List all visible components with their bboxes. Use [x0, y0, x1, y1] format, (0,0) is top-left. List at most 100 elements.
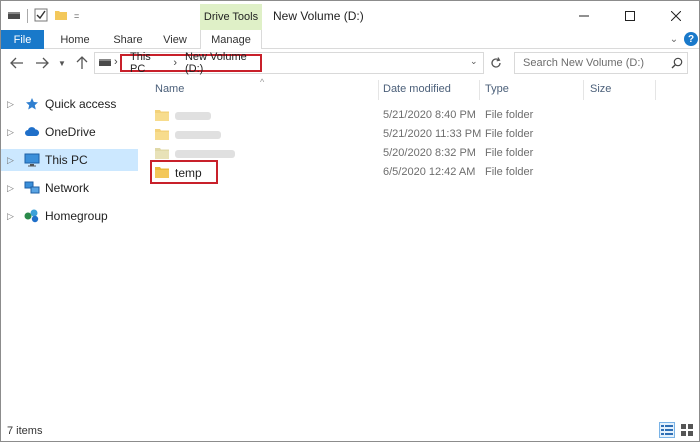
arrow-left-icon: [10, 57, 23, 69]
refresh-icon: [491, 57, 501, 68]
maximize-icon: [625, 10, 635, 21]
column-header-name[interactable]: Name: [155, 83, 184, 95]
date-modified-cell: 5/21/2020 8:40 PM: [383, 109, 476, 121]
tab-view[interactable]: View: [155, 30, 195, 49]
table-row[interactable]: temp 6/5/2020 12:42 AM File folder: [143, 163, 663, 182]
title-bar: = Drive Tools New Volume (D:): [1, 1, 699, 30]
navigation-bar: ▼ › This PC › New Volume (D:) ⌄ Search N…: [1, 49, 699, 77]
search-input[interactable]: Search New Volume (D:): [515, 57, 667, 69]
minimize-icon: [579, 15, 589, 16]
column-divider[interactable]: [378, 80, 379, 100]
breadcrumb-separator-icon[interactable]: ›: [114, 56, 118, 68]
tab-manage[interactable]: Manage: [200, 30, 262, 50]
column-divider[interactable]: [479, 80, 480, 100]
expand-ribbon-icon[interactable]: ⌄: [667, 32, 681, 46]
back-button[interactable]: [8, 54, 26, 72]
tab-file[interactable]: File: [1, 30, 44, 49]
breadcrumb-separator-icon[interactable]: ›: [173, 57, 177, 69]
context-tab-group-label: Drive Tools: [200, 4, 262, 30]
expand-chevron-icon[interactable]: ▷: [7, 99, 15, 110]
expand-chevron-icon[interactable]: ▷: [7, 127, 15, 138]
up-button[interactable]: [73, 54, 91, 72]
sidebar-item-this-pc[interactable]: ▷ This PC: [1, 149, 138, 171]
table-row[interactable]: 5/21/2020 11:33 PM File folder: [143, 125, 663, 144]
tab-share[interactable]: Share: [105, 30, 151, 49]
close-icon: [671, 10, 681, 21]
address-dropdown-icon[interactable]: ⌄: [470, 56, 478, 67]
minimize-button[interactable]: [561, 1, 607, 30]
arrow-right-icon: [36, 57, 49, 69]
type-cell: File folder: [485, 147, 534, 159]
column-header-date-modified[interactable]: Date modified: [383, 83, 451, 95]
column-divider[interactable]: [655, 80, 656, 100]
breadcrumb: This PC › New Volume (D:): [120, 51, 262, 75]
type-cell: File folder: [485, 128, 534, 140]
details-view-icon: [661, 425, 673, 435]
column-header-size[interactable]: Size: [590, 83, 611, 95]
file-list: ^ Name Date modified Type Size 5/21/2020…: [143, 77, 699, 417]
highlight-box: [150, 160, 218, 184]
folder-icon: [155, 148, 169, 159]
ribbon-tab-bar: File Home Share View Manage ⌄ ?: [1, 30, 699, 50]
date-modified-cell: 5/21/2020 11:33 PM: [383, 128, 482, 140]
item-count: 7 items: [7, 425, 43, 437]
expand-chevron-icon[interactable]: ▷: [7, 155, 15, 166]
date-modified-cell: 6/5/2020 12:42 AM: [383, 166, 476, 178]
expand-chevron-icon[interactable]: ▷: [7, 183, 15, 194]
redacted-name: [175, 131, 221, 139]
maximize-button[interactable]: [607, 1, 653, 30]
forward-button[interactable]: [33, 54, 51, 72]
sidebar-item-onedrive[interactable]: ▷ OneDrive: [1, 121, 138, 143]
sidebar-item-label: Homegroup: [45, 209, 108, 223]
properties-icon[interactable]: [34, 8, 48, 25]
computer-icon: [23, 153, 41, 167]
details-view-button[interactable]: [659, 422, 675, 438]
sidebar-item-label: This PC: [45, 153, 88, 167]
navigation-pane: ▷ Quick access ▷ OneDrive ▷ This PC ▷ Ne…: [1, 77, 139, 417]
network-icon: [23, 181, 41, 195]
sort-ascending-icon: ^: [260, 77, 265, 87]
table-row[interactable]: 5/21/2020 8:40 PM File folder: [143, 106, 663, 125]
breadcrumb-this-pc[interactable]: This PC: [130, 51, 165, 75]
search-box[interactable]: Search New Volume (D:): [514, 52, 688, 74]
new-folder-icon[interactable]: [54, 9, 68, 24]
folder-icon: [155, 110, 169, 121]
column-divider[interactable]: [583, 80, 584, 100]
help-icon[interactable]: ?: [684, 32, 698, 46]
status-bar: 7 items: [1, 419, 699, 441]
toolbar-divider: [27, 9, 28, 23]
sidebar-item-network[interactable]: ▷ Network: [1, 177, 138, 199]
sidebar-item-homegroup[interactable]: ▷ Homegroup: [1, 205, 138, 227]
refresh-button[interactable]: [487, 54, 505, 72]
sidebar-item-label: Network: [45, 181, 90, 195]
redacted-name: [175, 112, 211, 120]
arrow-up-icon: [76, 56, 88, 69]
large-icons-view-button[interactable]: [679, 422, 695, 438]
sidebar-item-label: OneDrive: [45, 125, 96, 139]
explorer-window: = Drive Tools New Volume (D:) File Home …: [0, 0, 700, 442]
address-bar[interactable]: › This PC › New Volume (D:) ⌄: [94, 51, 484, 75]
quick-access-toolbar: =: [7, 7, 79, 25]
recent-locations-button[interactable]: ▼: [57, 54, 67, 72]
search-icon: [667, 57, 687, 69]
sidebar-item-quick-access[interactable]: ▷ Quick access: [1, 93, 138, 115]
tab-home[interactable]: Home: [49, 30, 101, 49]
table-row[interactable]: 5/20/2020 8:32 PM File folder: [143, 144, 663, 163]
column-header-type[interactable]: Type: [485, 83, 509, 95]
type-cell: File folder: [485, 166, 534, 178]
type-cell: File folder: [485, 109, 534, 121]
drive-icon[interactable]: [7, 9, 21, 24]
cloud-icon: [23, 127, 41, 137]
star-icon: [23, 97, 41, 111]
close-button[interactable]: [653, 1, 699, 30]
homegroup-icon: [23, 209, 41, 223]
folder-icon: [155, 129, 169, 140]
drive-icon: [99, 59, 111, 66]
large-icons-view-icon: [681, 424, 693, 436]
sidebar-item-label: Quick access: [45, 97, 117, 111]
customize-toolbar-icon[interactable]: =: [74, 11, 79, 21]
expand-chevron-icon[interactable]: ▷: [7, 211, 15, 222]
date-modified-cell: 5/20/2020 8:32 PM: [383, 147, 476, 159]
redacted-name: [175, 150, 235, 158]
breadcrumb-new-volume[interactable]: New Volume (D:): [185, 51, 260, 75]
